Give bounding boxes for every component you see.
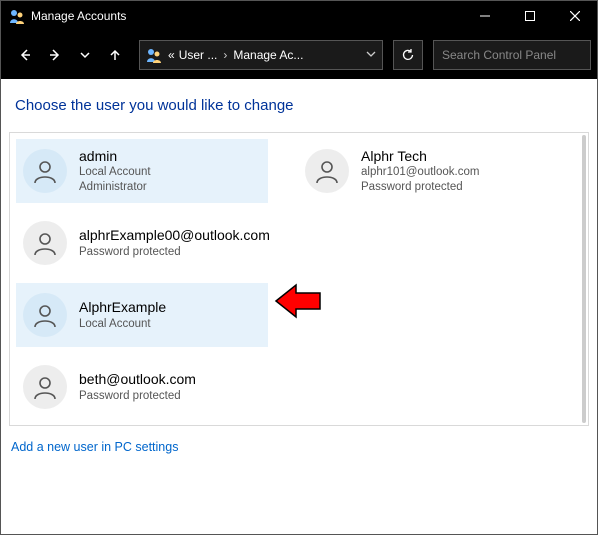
account-sub: alphr101@outlook.com [361,165,479,179]
account-sub: Administrator [79,180,151,194]
up-button[interactable] [101,41,129,69]
account-item-admin[interactable]: admin Local Account Administrator [16,139,268,203]
account-sub: Local Account [79,317,166,331]
recent-locations-button[interactable] [71,41,99,69]
navbar: « User ... › Manage Ac... [1,31,597,79]
close-button[interactable] [552,1,597,31]
red-arrow-annotation [274,281,324,326]
breadcrumb-prefix: « [168,48,175,62]
avatar-icon [305,149,349,193]
window-title: Manage Accounts [31,9,126,23]
account-sub: Password protected [79,245,270,259]
account-sub: Password protected [79,389,196,403]
avatar-icon [23,149,67,193]
account-item-alphrexample00[interactable]: alphrExample00@outlook.com Password prot… [16,211,268,275]
account-name: alphrExample00@outlook.com [79,227,270,245]
chevron-down-icon[interactable] [366,48,376,62]
account-name: Alphr Tech [361,148,479,166]
account-name: beth@outlook.com [79,371,196,389]
add-user-link[interactable]: Add a new user in PC settings [11,440,178,454]
back-button[interactable] [11,41,39,69]
breadcrumb-seg2[interactable]: Manage Ac... [233,48,303,62]
minimize-button[interactable] [462,1,507,31]
avatar-icon [23,365,67,409]
breadcrumb-seg1[interactable]: User ... [179,48,218,62]
accounts-list: admin Local Account Administrator Alphr … [9,132,589,426]
content-area: Choose the user you would like to change… [1,79,597,534]
chevron-right-icon: › [223,48,227,62]
refresh-button[interactable] [393,40,423,70]
user-accounts-icon [146,47,162,63]
account-sub: Local Account [79,165,151,179]
page-title: Choose the user you would like to change [15,97,589,114]
account-sub: Password protected [361,180,479,194]
account-item-alphr-tech[interactable]: Alphr Tech alphr101@outlook.com Password… [298,139,550,203]
breadcrumb[interactable]: « User ... › Manage Ac... [139,40,383,70]
user-accounts-icon [9,8,25,24]
account-item-beth[interactable]: beth@outlook.com Password protected [16,355,268,419]
search-box[interactable] [433,40,591,70]
maximize-button[interactable] [507,1,552,31]
titlebar: Manage Accounts [1,1,597,31]
account-item-alphrexample[interactable]: AlphrExample Local Account [16,283,268,347]
forward-button[interactable] [41,41,69,69]
scrollbar[interactable] [582,135,586,423]
window-frame: Manage Accounts [0,0,598,535]
search-input[interactable] [442,48,597,62]
avatar-icon [23,221,67,265]
account-name: AlphrExample [79,299,166,317]
account-name: admin [79,148,151,166]
avatar-icon [23,293,67,337]
